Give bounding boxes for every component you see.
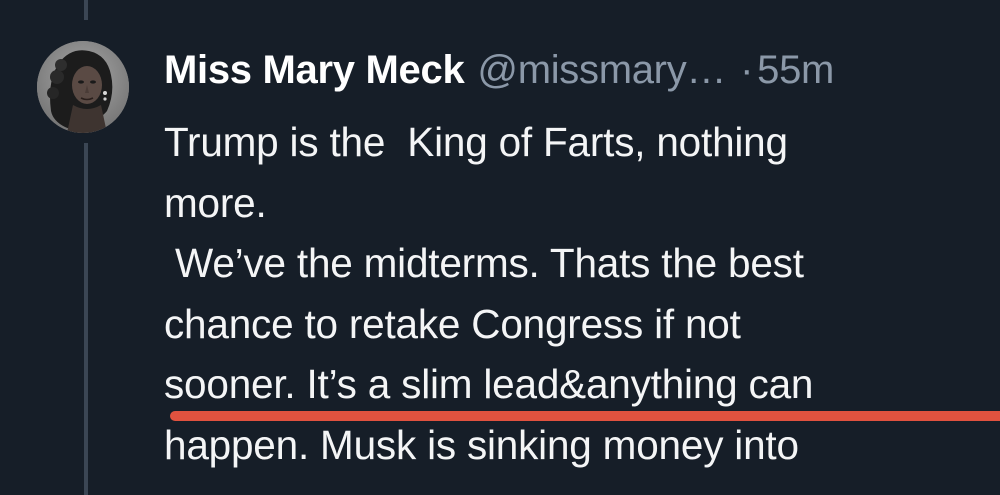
- thread-connector-line: [84, 0, 88, 20]
- highlight-underline: [170, 411, 1000, 421]
- header-separator: ·: [740, 47, 754, 92]
- post-header: Miss Mary Meck @missmary… · 55m: [164, 44, 834, 96]
- post-timestamp[interactable]: 55m: [757, 48, 834, 93]
- author-handle[interactable]: @missmary…: [477, 48, 726, 93]
- avatar[interactable]: [37, 41, 129, 133]
- author-display-name[interactable]: Miss Mary Meck: [164, 48, 465, 93]
- profile-photo-icon: [37, 41, 129, 133]
- post-text-line: We’ve the midterms. Thats the best: [164, 240, 804, 286]
- post-text-line: happen. Musk is sinking money into: [164, 421, 799, 468]
- post-text-line: chance to retake Congress if not: [164, 300, 741, 347]
- post-text-line: Trump is the King of Farts, nothing: [164, 119, 788, 165]
- thread-connector-line: [84, 143, 88, 495]
- post-text-line: more.: [164, 179, 267, 226]
- post-text-line: sooner. It’s a slim lead&anything can: [164, 361, 814, 407]
- post-card[interactable]: Miss Mary Meck @missmary… · 55m Trump is…: [0, 0, 1000, 495]
